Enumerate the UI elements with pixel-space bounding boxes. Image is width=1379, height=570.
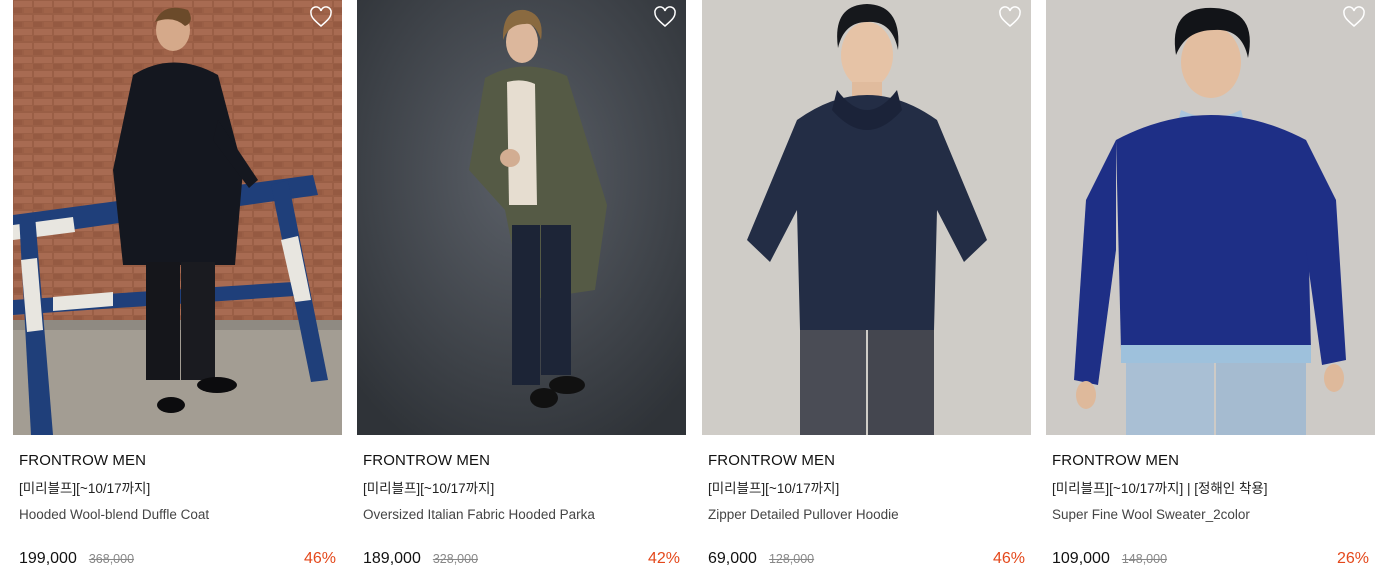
product-info: FRONTROW MEN [미리블프][~10/17까지] | [정해인 착용]…	[1046, 452, 1375, 524]
discount-rate: 42%	[647, 550, 680, 567]
promo-text: [미리블프][~10/17까지] | [정해인 착용]	[1052, 481, 1268, 496]
original-price: 148,000	[1121, 552, 1168, 566]
product-info: FRONTROW MEN [미리블프][~10/17까지] Hooded Woo…	[13, 452, 342, 524]
product-info: FRONTROW MEN [미리블프][~10/17까지] Oversized …	[357, 452, 686, 524]
brand-name[interactable]: FRONTROW MEN	[363, 452, 680, 470]
sale-price: 189,000	[363, 550, 421, 567]
product-name[interactable]: Zipper Detailed Pullover Hoodie	[708, 506, 1025, 524]
original-price: 328,000	[432, 552, 479, 566]
price-row: 199,000 368,000 46%	[19, 548, 336, 570]
product-name[interactable]: Super Fine Wool Sweater_2color	[1052, 506, 1369, 524]
price-row: 69,000 128,000 46%	[708, 548, 1025, 570]
product-card[interactable]: FRONTROW MEN [미리블프][~10/17까지] Hooded Woo…	[13, 0, 342, 570]
original-price: 368,000	[88, 552, 135, 566]
promo-text: [미리블프][~10/17까지]	[363, 481, 495, 496]
product-info: FRONTROW MEN [미리블프][~10/17까지] Zipper Det…	[702, 452, 1031, 524]
brand-name[interactable]: FRONTROW MEN	[1052, 452, 1369, 470]
product-grid: FRONTROW MEN [미리블프][~10/17까지] Hooded Woo…	[0, 0, 1379, 570]
product-image[interactable]	[13, 0, 342, 435]
discount-rate: 26%	[1336, 550, 1369, 567]
product-image[interactable]	[1046, 0, 1375, 435]
heart-outline-icon[interactable]	[998, 6, 1022, 28]
sale-price: 109,000	[1052, 550, 1110, 567]
discount-rate: 46%	[303, 550, 336, 567]
promo-text: [미리블프][~10/17까지]	[19, 481, 151, 496]
original-price: 128,000	[768, 552, 815, 566]
brand-name[interactable]: FRONTROW MEN	[19, 452, 336, 470]
sale-price: 199,000	[19, 550, 77, 567]
sale-price: 69,000	[708, 550, 757, 567]
product-card[interactable]: FRONTROW MEN [미리블프][~10/17까지] | [정해인 착용]…	[1046, 0, 1375, 570]
product-name[interactable]: Oversized Italian Fabric Hooded Parka	[363, 506, 680, 524]
discount-rate: 46%	[992, 550, 1025, 567]
heart-outline-icon[interactable]	[1342, 6, 1366, 28]
product-image[interactable]	[702, 0, 1031, 435]
price-row: 189,000 328,000 42%	[363, 548, 680, 570]
promo-text: [미리블프][~10/17까지]	[708, 481, 840, 496]
brand-name[interactable]: FRONTROW MEN	[708, 452, 1025, 470]
heart-outline-icon[interactable]	[309, 6, 333, 28]
product-name[interactable]: Hooded Wool-blend Duffle Coat	[19, 506, 336, 524]
product-card[interactable]: FRONTROW MEN [미리블프][~10/17까지] Oversized …	[357, 0, 686, 570]
price-row: 109,000 148,000 26%	[1052, 548, 1369, 570]
product-image[interactable]	[357, 0, 686, 435]
product-card[interactable]: FRONTROW MEN [미리블프][~10/17까지] Zipper Det…	[702, 0, 1031, 570]
heart-outline-icon[interactable]	[653, 6, 677, 28]
